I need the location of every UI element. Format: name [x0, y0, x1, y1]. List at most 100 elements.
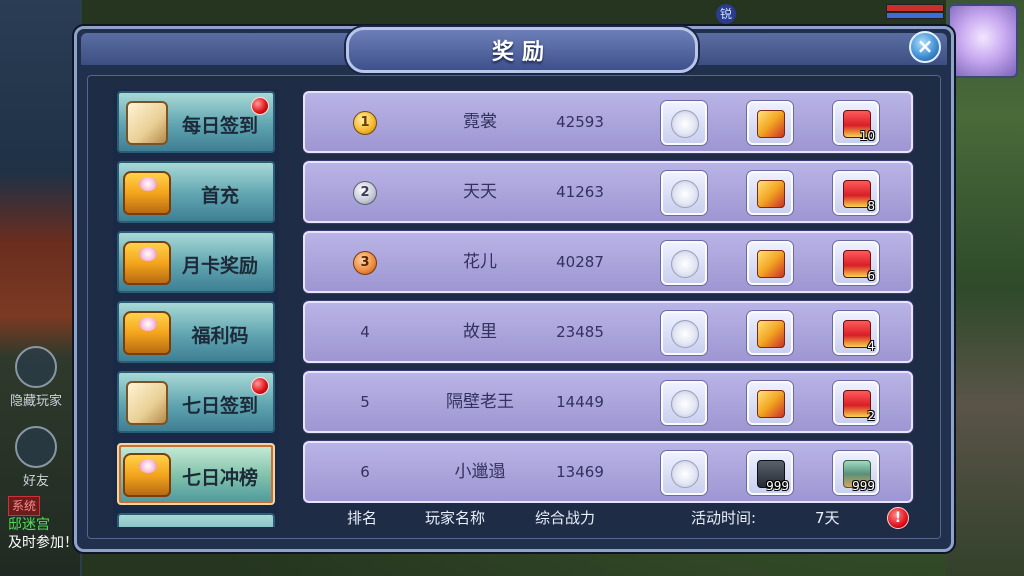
menu-item-label: 首充 [200, 185, 239, 207]
combat-power: 14449 [556, 393, 604, 411]
menu-item-seven-day-ranking[interactable]: 七日冲榜 [117, 443, 275, 505]
player-avatar[interactable] [948, 4, 1018, 78]
reward-slot[interactable] [747, 311, 793, 355]
chat-line-3: 及时参加！ [8, 535, 78, 551]
ranking-list[interactable]: 1 霓裳 42593 10 2 天天 41263 8 3 花儿 40287 6 4 故里 23485 4 5 隔壁… [303, 91, 917, 503]
hp-bar [886, 4, 944, 12]
reward-count: 2 [867, 409, 875, 423]
white-jade-icon [671, 250, 699, 278]
reward-slot[interactable] [747, 101, 793, 145]
reward-count: 6 [867, 269, 875, 283]
ranking-row: 4 故里 23485 4 [303, 301, 913, 363]
chat-tag: 系统 [8, 496, 41, 516]
menu-item-label: 每日签到 [181, 115, 258, 137]
info-alert-icon[interactable]: ! [887, 507, 909, 529]
rank-cell: 3 [335, 233, 395, 291]
reward-slot[interactable] [661, 241, 707, 285]
gold-medal-icon: 1 [353, 110, 377, 135]
ranking-row: 6 小邋遢 13469 999 999 [303, 441, 913, 503]
rank-cell: 2 [335, 163, 395, 221]
reward-count: 999 [766, 479, 789, 493]
chat-line-2: 邸迷宫 [8, 517, 50, 533]
chest-icon [123, 241, 171, 285]
no-eye-icon [15, 346, 57, 388]
rank-cell: 4 [335, 303, 395, 361]
reward-slot[interactable]: 10 [833, 101, 879, 145]
reward-slot[interactable] [747, 171, 793, 215]
reward-slot[interactable] [747, 381, 793, 425]
handshake-icon [15, 426, 57, 468]
reward-slot[interactable] [661, 381, 707, 425]
menu-item-welfare-code[interactable]: 福利码 [117, 301, 275, 363]
ranking-row: 3 花儿 40287 6 [303, 231, 913, 293]
rank-header: 排名 [347, 509, 378, 527]
rank-number: 6 [360, 463, 370, 481]
gold-scroll-icon [757, 250, 785, 278]
friends-label: 好友 [22, 474, 49, 489]
title-bar: 奖励 × [81, 27, 947, 73]
reward-slot[interactable]: 4 [833, 311, 879, 355]
reward-slot[interactable]: 8 [833, 171, 879, 215]
event-time-value: 7天 [815, 509, 840, 527]
rank-cell: 6 [335, 443, 395, 501]
reward-count: 10 [859, 129, 875, 143]
friends-button[interactable]: 好友 [4, 426, 68, 489]
rank-number: 4 [360, 323, 370, 341]
chest-icon [123, 171, 171, 215]
chest-icon [123, 453, 171, 497]
close-button[interactable]: × [909, 31, 941, 63]
lock-badge[interactable]: 锐 [716, 4, 736, 24]
reward-count: 8 [867, 199, 875, 213]
reward-slot[interactable] [661, 171, 707, 215]
bronze-medal-icon: 3 [353, 250, 377, 275]
scroll-icon [123, 381, 171, 425]
rank-cell: 5 [335, 373, 395, 431]
gold-scroll-icon [757, 390, 785, 418]
gold-scroll-icon [757, 110, 785, 138]
white-jade-icon [671, 390, 699, 418]
menu-item-daily-signin[interactable]: 每日签到 [117, 91, 275, 153]
chat-box[interactable]: 系统 邸迷宫 及时参加！ [8, 496, 78, 552]
menu-item-monthly-card[interactable]: 月卡奖励 [117, 231, 275, 293]
combat-power: 42593 [556, 113, 604, 131]
chest-icon [123, 311, 171, 355]
white-jade-icon [671, 110, 699, 138]
reward-slot[interactable] [661, 451, 707, 495]
menu-item-first-recharge[interactable]: 首充 [117, 161, 275, 223]
event-time-label: 活动时间: [691, 509, 757, 527]
reward-slot[interactable] [661, 101, 707, 145]
menu-item-next[interactable] [117, 513, 275, 527]
scene-right [946, 0, 1024, 576]
ranking-row: 5 隔壁老王 14449 2 [303, 371, 913, 433]
menu-item-seven-day-signin[interactable]: 七日签到 [117, 371, 275, 433]
hide-players-button[interactable]: 隐藏玩家 [4, 346, 68, 409]
ranking-row: 2 天天 41263 8 [303, 161, 913, 223]
player-name-header: 玩家名称 [425, 509, 486, 527]
reward-slot[interactable]: 6 [833, 241, 879, 285]
white-jade-icon [671, 320, 699, 348]
combat-power: 13469 [556, 463, 604, 481]
panel-title: 奖励 [491, 40, 552, 65]
combat-power: 41263 [556, 183, 604, 201]
scene-left [0, 0, 80, 576]
gold-scroll-icon [757, 320, 785, 348]
white-jade-icon [671, 180, 699, 208]
silver-medal-icon: 2 [353, 180, 377, 205]
reward-slot[interactable]: 999 [747, 451, 793, 495]
reward-menu: 每日签到 首充 月卡奖励 福利码 七日签到 七日冲榜 [113, 89, 279, 527]
scroll-icon [123, 101, 171, 145]
menu-item-label: 月卡奖励 [181, 255, 258, 277]
ranking-row: 1 霓裳 42593 10 [303, 91, 913, 153]
reward-panel: 奖励 × 每日签到 首充 月卡奖励 福利码 七日签到 七日冲榜 1 霓裳 425… [74, 26, 954, 552]
reward-slot[interactable] [747, 241, 793, 285]
hide-players-label: 隐藏玩家 [9, 394, 62, 409]
white-jade-icon [671, 460, 699, 488]
rank-cell: 1 [335, 93, 395, 151]
menu-item-label: 福利码 [191, 325, 249, 347]
combat-power: 40287 [556, 253, 604, 271]
reward-slot[interactable] [661, 311, 707, 355]
notification-dot [251, 377, 269, 395]
combat-power-header: 综合战力 [535, 509, 596, 527]
reward-slot[interactable]: 2 [833, 381, 879, 425]
reward-slot[interactable]: 999 [833, 451, 879, 495]
